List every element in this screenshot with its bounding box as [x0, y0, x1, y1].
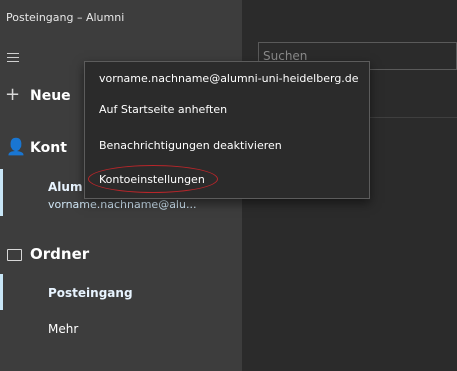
plus-icon: +	[5, 84, 21, 105]
window-title: Posteingang – Alumni	[6, 11, 125, 24]
accounts-heading[interactable]: Kont	[30, 140, 67, 156]
highlight-ring	[88, 165, 218, 193]
account-name[interactable]: Alum	[48, 180, 82, 194]
folder-item-inbox[interactable]: Posteingang	[48, 286, 133, 300]
new-mail-button[interactable]: Neue	[30, 88, 71, 104]
account-selection-indicator	[0, 169, 3, 216]
menu-item-pin-to-start[interactable]: Auf Startseite anheften	[99, 103, 227, 116]
menu-item-disable-notifications[interactable]: Benachrichtigungen deaktivieren	[99, 139, 282, 152]
folder-selection-indicator	[0, 274, 3, 310]
hamburger-menu-icon[interactable]	[7, 53, 19, 62]
account-email[interactable]: vorname.nachname@alu...	[48, 198, 196, 211]
folders-heading[interactable]: Ordner	[30, 245, 89, 263]
folder-icon	[7, 249, 22, 261]
person-icon: 👤	[6, 137, 26, 156]
menu-item-account-email[interactable]: vorname.nachname@alumni-uni-heidelberg.d…	[99, 72, 359, 85]
folder-item-more[interactable]: Mehr	[48, 322, 78, 336]
